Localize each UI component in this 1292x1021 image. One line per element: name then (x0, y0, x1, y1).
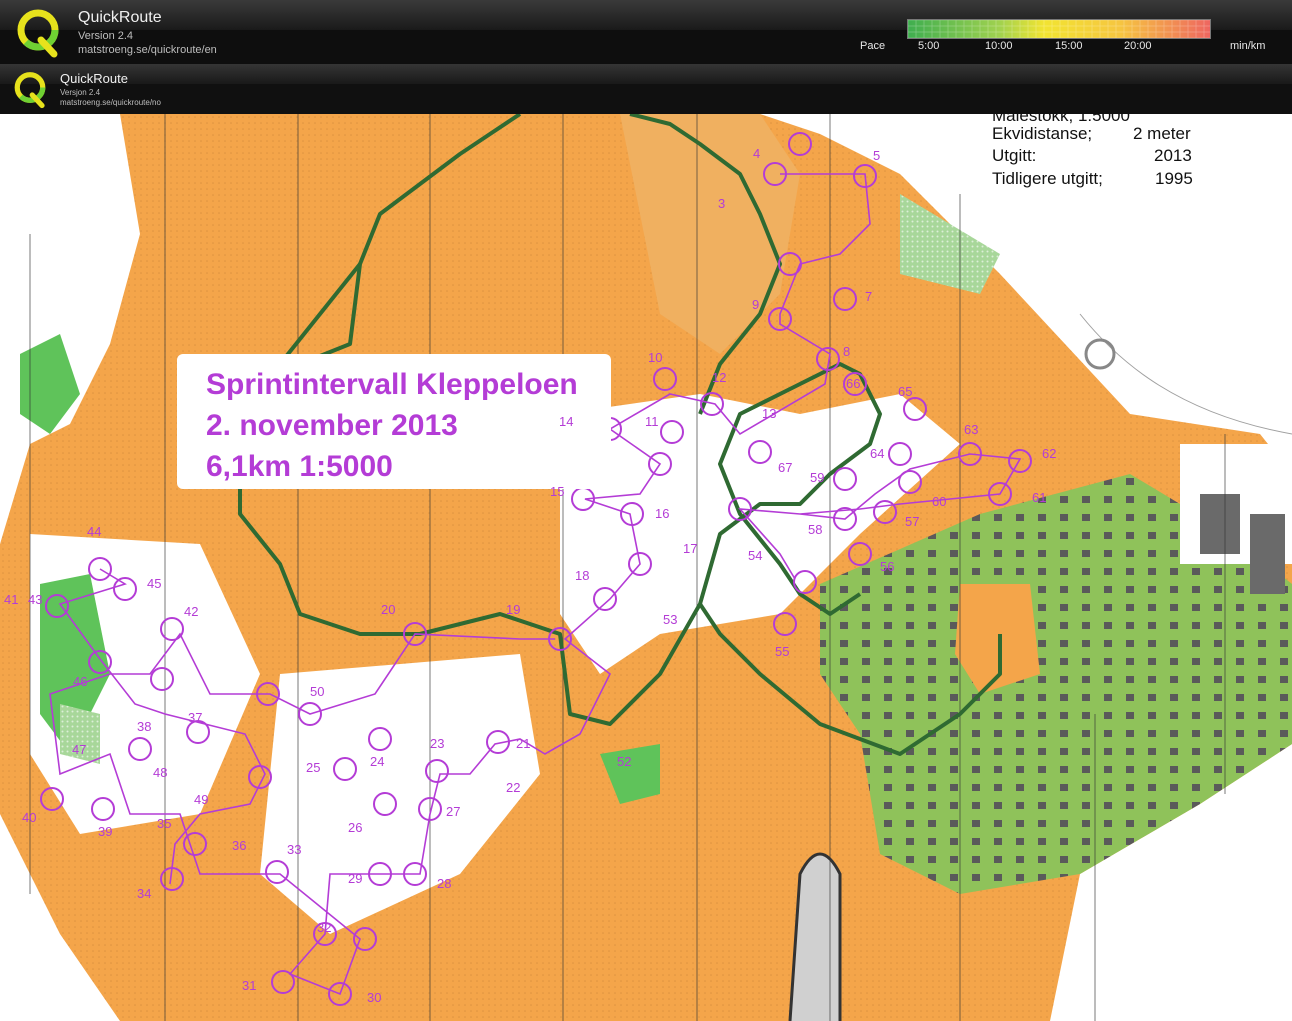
pace-color-scale (907, 19, 1211, 39)
control-number-label: 31 (242, 978, 257, 993)
control-number-label: 37 (188, 710, 203, 725)
control-number-label: 17 (683, 541, 698, 556)
header-gloss (0, 64, 1292, 84)
app-url[interactable]: matstroeng.se/quickroute/no (60, 98, 161, 107)
quickroute-header-en: QuickRoute Version 2.4 matstroeng.se/qui… (0, 0, 1292, 64)
control-number-label: 24 (370, 754, 385, 769)
pace-tick: 5:00 (918, 40, 940, 52)
control-number-label: 14 (559, 414, 574, 429)
control-number-label: 33 (287, 842, 302, 857)
control-number-label: 35 (157, 816, 172, 831)
map-legend-published-label: Utgitt: (992, 146, 1037, 165)
control-number-label: 44 (87, 524, 102, 539)
control-number-label: 40 (22, 810, 37, 825)
control-number-label: 41 (4, 592, 19, 607)
control-number-label: 65 (898, 384, 913, 399)
pace-tick: 10:00 (985, 40, 1013, 52)
control-number-label: 19 (506, 602, 521, 617)
control-number-label: 52 (617, 754, 632, 769)
control-number-label: 13 (762, 406, 777, 421)
control-number-label: 12 (712, 370, 727, 385)
control-number-label: 62 (1042, 446, 1057, 461)
control-number-label: 47 (72, 742, 87, 757)
control-number-label: 67 (778, 460, 793, 475)
pace-label: Pace (860, 40, 886, 52)
control-number-label: 28 (437, 876, 452, 891)
map-legend-equidistance-label: Ekvidistanse; (992, 124, 1093, 143)
control-number-label: 64 (870, 446, 885, 461)
control-number-label: 10 (648, 350, 663, 365)
control-number-label: 39 (98, 824, 113, 839)
orienteering-map[interactable]: Målestokk; 1:5000 Ekvidistanse; 2 meter … (0, 114, 1292, 1021)
control-number-label: 63 (964, 422, 979, 437)
control-number-label: 30 (367, 990, 382, 1005)
map-distance-scale: 6,1km 1:5000 (206, 450, 393, 483)
control-number-label: 16 (655, 506, 670, 521)
control-number-label: 11 (645, 414, 659, 429)
control-number-label: 26 (348, 820, 363, 835)
control-number-label: 45 (147, 576, 162, 591)
control-number-label: 3 (718, 196, 726, 211)
map-legend-equidistance-value: 2 meter (1133, 124, 1191, 143)
building (1200, 494, 1240, 554)
app-url[interactable]: matstroeng.se/quickroute/en (78, 44, 217, 56)
control-number-label: 48 (153, 765, 168, 780)
app-name: QuickRoute (60, 71, 128, 86)
control-number-label: 21 (516, 736, 531, 751)
control-number-label: 23 (430, 736, 445, 751)
control-number-label: 36 (232, 838, 247, 853)
control-number-label: 58 (808, 522, 823, 537)
control-number-label: 25 (306, 760, 321, 775)
building (1250, 514, 1285, 594)
control-number-label: 15 (550, 484, 565, 499)
control-number-label: 29 (348, 871, 363, 886)
pace-tick: 20:00 (1124, 40, 1152, 52)
control-number-label: 20 (381, 602, 396, 617)
control-number-label: 50 (310, 684, 325, 699)
control-number-label: 57 (905, 514, 920, 529)
control-number-label: 7 (865, 289, 873, 304)
control-number-label: 61 (1032, 490, 1047, 505)
control-number-label: 56 (880, 559, 895, 574)
map-title: Sprintintervall Kleppeloen (206, 368, 578, 401)
control-number-label: 9 (752, 297, 760, 312)
pace-tick: 15:00 (1055, 40, 1083, 52)
control-number-label: 53 (663, 612, 678, 627)
control-number-label: 66 (846, 376, 861, 391)
quickroute-logo-icon (14, 72, 46, 109)
control-number-label: 27 (446, 804, 461, 819)
control-number-label: 46 (73, 674, 88, 689)
map-canvas (0, 114, 1292, 1021)
map-title-box: Sprintintervall Kleppeloen 2. november 2… (177, 354, 611, 489)
map-date: 2. november 2013 (206, 409, 458, 442)
control-number-label: 54 (748, 548, 763, 563)
quickroute-header-no: QuickRoute Versjon 2.4 matstroeng.se/qui… (0, 64, 1292, 114)
control-number-label: 34 (137, 886, 152, 901)
control-number-label: 4 (753, 146, 761, 161)
app-version: Version 2.4 (78, 30, 134, 42)
quickroute-logo-icon (17, 9, 59, 58)
control-number-label: 18 (575, 568, 590, 583)
control-number-label: 55 (775, 644, 790, 659)
map-legend-previous-label: Tidligere utgitt; (992, 169, 1103, 188)
control-number-label: 8 (843, 344, 851, 359)
app-version: Versjon 2.4 (60, 88, 101, 97)
app-name: QuickRoute (78, 9, 162, 26)
control-number-label: 32 (317, 920, 332, 935)
pace-unit: min/km (1230, 40, 1266, 52)
control-number-label: 22 (506, 780, 521, 795)
control-number-label: 43 (28, 592, 43, 607)
control-number-label: 49 (194, 792, 209, 807)
control-number-label: 5 (873, 148, 881, 163)
control-number-label: 42 (184, 604, 199, 619)
control-number-label: 38 (137, 719, 152, 734)
control-number-label: 60 (932, 494, 947, 509)
control-number-label: 59 (810, 470, 825, 485)
map-legend-published-value: 2013 (1154, 146, 1192, 165)
map-legend-previous-value: 1995 (1155, 169, 1193, 188)
